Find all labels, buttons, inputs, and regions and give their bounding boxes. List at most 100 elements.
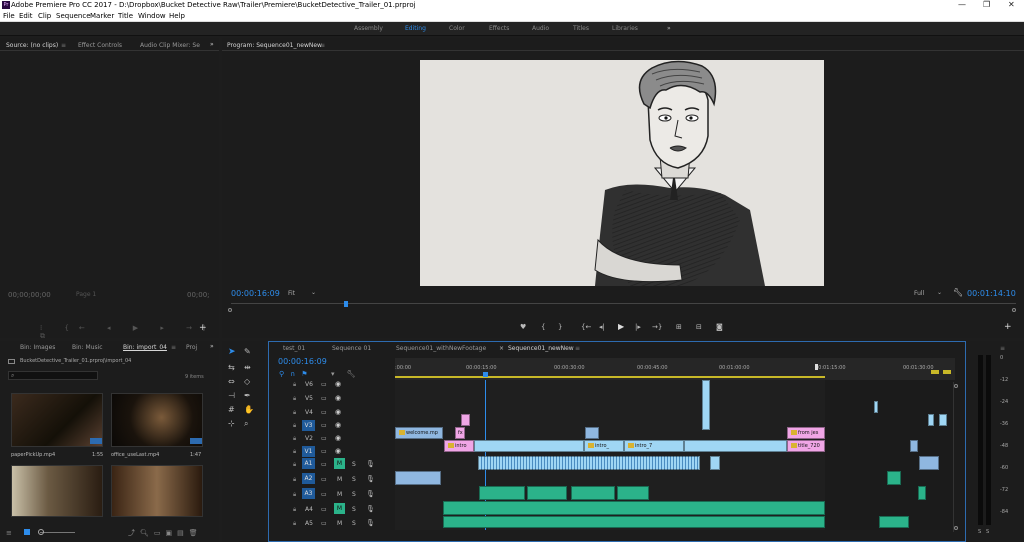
list-view-icon[interactable]: ≡ <box>6 529 12 537</box>
microphone-icon[interactable]: 🎙︎ <box>366 475 375 483</box>
sync-icon[interactable]: ▭ <box>321 476 327 483</box>
workspace-libraries[interactable]: Libraries <box>612 25 638 32</box>
solo-toggle-a5[interactable]: S <box>352 520 356 527</box>
tab-program[interactable]: Program: Sequence01_newNew <box>227 42 322 49</box>
audio-clip[interactable] <box>527 486 567 500</box>
zoom-slider-handle[interactable] <box>38 529 44 535</box>
program-scrub-bar[interactable] <box>231 303 1016 304</box>
track-label-a2[interactable]: A2 <box>302 473 315 484</box>
audio-clip[interactable] <box>919 456 939 470</box>
workspace-audio[interactable]: Audio <box>532 25 549 32</box>
workspace-assembly[interactable]: Assembly <box>354 25 383 32</box>
track-label-v5[interactable]: V5 <box>305 395 313 402</box>
meter-solo-left[interactable]: S <box>978 529 981 535</box>
solo-toggle-a2[interactable]: S <box>352 476 356 483</box>
source-page-select[interactable]: Page 1 <box>76 291 96 298</box>
timeline-timecode[interactable]: 00:00:16:09 <box>278 357 327 366</box>
audio-clip[interactable] <box>879 516 909 528</box>
export-frame-camera-icon[interactable]: ◙ <box>716 323 723 331</box>
video-clip[interactable] <box>474 440 584 452</box>
solo-toggle-a1[interactable]: S <box>352 461 356 468</box>
track-label-v3[interactable]: V3 <box>302 420 315 431</box>
track-label-a4[interactable]: A4 <box>305 506 313 513</box>
microphone-icon[interactable]: 🎙︎ <box>366 460 375 468</box>
timeline-tab-menu-icon[interactable]: ≡ <box>575 345 580 352</box>
lock-icon[interactable]: 🔒︎ <box>293 422 296 430</box>
timeline-tab-active[interactable]: Sequence01_newNew <box>508 345 574 352</box>
source-transport-controls[interactable]: ⁞ {← ◂ ▶ ▸ →} ⧉ <box>40 324 219 341</box>
lock-icon[interactable]: 🔒︎ <box>293 520 296 528</box>
video-clip[interactable] <box>910 440 918 452</box>
eye-icon[interactable]: ◉ <box>335 434 341 442</box>
eye-icon[interactable]: ◉ <box>335 447 341 455</box>
timeline-snap-icons[interactable]: ⚲∩⚑ <box>279 370 314 378</box>
mute-toggle-a1[interactable]: M <box>334 458 345 469</box>
program-quality-select[interactable]: Full <box>914 290 924 297</box>
audio-clip-a3[interactable] <box>479 486 525 500</box>
maximize-icon[interactable]: ❐ <box>983 0 990 9</box>
eye-icon[interactable]: ◉ <box>335 394 341 402</box>
sync-icon[interactable]: ▭ <box>321 491 327 498</box>
close-icon[interactable]: ✕ <box>1008 0 1015 9</box>
audio-clip[interactable] <box>918 486 926 500</box>
step-back-icon[interactable]: ◂| <box>599 323 605 331</box>
program-add-button-icon[interactable]: + <box>1004 322 1012 332</box>
track-label-v6[interactable]: V6 <box>305 381 313 388</box>
timeline-marker-settings-icons[interactable]: ▾🔧︎ <box>331 370 367 378</box>
work-area-bar[interactable] <box>395 376 825 378</box>
timeline-tab-1[interactable]: Sequence 01 <box>332 345 371 352</box>
menu-title[interactable]: Title <box>118 12 133 20</box>
scrollbar-handle-bottom[interactable] <box>954 526 958 530</box>
video-clip-welcome[interactable]: welcome.mp <box>395 427 443 439</box>
sync-icon[interactable]: ▭ <box>321 381 327 388</box>
track-label-a3[interactable]: A3 <box>302 488 315 499</box>
program-timecode[interactable]: 00:00:16:09 <box>231 289 280 298</box>
menu-file[interactable]: File <box>3 12 15 20</box>
thumbnail-fourth[interactable] <box>111 465 203 517</box>
meter-solo-right[interactable]: S <box>986 529 989 535</box>
thumbnail-paperpickup[interactable] <box>11 393 103 447</box>
sync-icon[interactable]: ▭ <box>321 409 327 416</box>
lock-icon[interactable]: 🔒︎ <box>293 461 296 469</box>
timeline-tab-2[interactable]: Sequence01_withNewFootage <box>396 345 486 352</box>
workspace-effects[interactable]: Effects <box>489 25 509 32</box>
workspace-color[interactable]: Color <box>449 25 465 32</box>
tool-arrows-icon[interactable]: ⊹ <box>228 419 235 428</box>
program-fit-select[interactable]: Fit <box>288 290 295 297</box>
eye-icon[interactable]: ◉ <box>335 421 341 429</box>
tab-audio-clip-mixer[interactable]: Audio Clip Mixer: Se <box>140 42 200 49</box>
mark-out-icon[interactable]: } <box>558 323 562 331</box>
sync-icon[interactable]: ▭ <box>321 422 327 429</box>
sync-icon[interactable]: ▭ <box>321 461 327 468</box>
tab-bin-import[interactable]: Bin: import_04 <box>123 344 167 351</box>
video-clip[interactable]: fx <box>455 427 465 439</box>
timeline-vertical-scrollbar[interactable] <box>953 382 959 532</box>
video-clip[interactable] <box>585 427 599 439</box>
audio-clip[interactable] <box>887 471 901 485</box>
menu-help[interactable]: Help <box>169 12 185 20</box>
workspace-titles[interactable]: Titles <box>573 25 589 32</box>
lock-icon[interactable]: 🔒︎ <box>293 409 296 417</box>
pen-tool-icon[interactable]: ✒ <box>244 391 251 400</box>
mark-in-icon[interactable]: { <box>541 323 545 331</box>
menu-window[interactable]: Window <box>138 12 166 20</box>
eye-icon[interactable]: ◉ <box>335 380 341 388</box>
track-label-a1[interactable]: A1 <box>302 458 315 469</box>
video-clip[interactable] <box>928 414 934 426</box>
video-clip-intro3[interactable]: intro_7 <box>624 440 684 452</box>
source-tab-menu-icon[interactable]: ≡ <box>61 42 66 49</box>
sync-icon[interactable]: ▭ <box>321 448 327 455</box>
extract-icon[interactable]: ⊟ <box>696 323 702 331</box>
sync-icon[interactable]: ▭ <box>321 506 327 513</box>
quality-chevron-down-icon[interactable]: ⌄ <box>937 289 942 296</box>
sync-icon[interactable]: ▭ <box>321 395 327 402</box>
zoom-tool-icon[interactable]: ⌕ <box>244 419 248 429</box>
video-clip-from[interactable]: from jes <box>787 427 825 439</box>
icon-view-icon[interactable] <box>24 529 30 535</box>
microphone-icon[interactable]: 🎙︎ <box>366 505 375 513</box>
audio-clip-a2[interactable] <box>395 471 441 485</box>
eye-icon[interactable]: ◉ <box>335 408 341 416</box>
track-label-a5[interactable]: A5 <box>305 520 313 527</box>
video-clip[interactable] <box>684 440 787 452</box>
tab-bin-images[interactable]: Bin: Images <box>20 344 55 351</box>
